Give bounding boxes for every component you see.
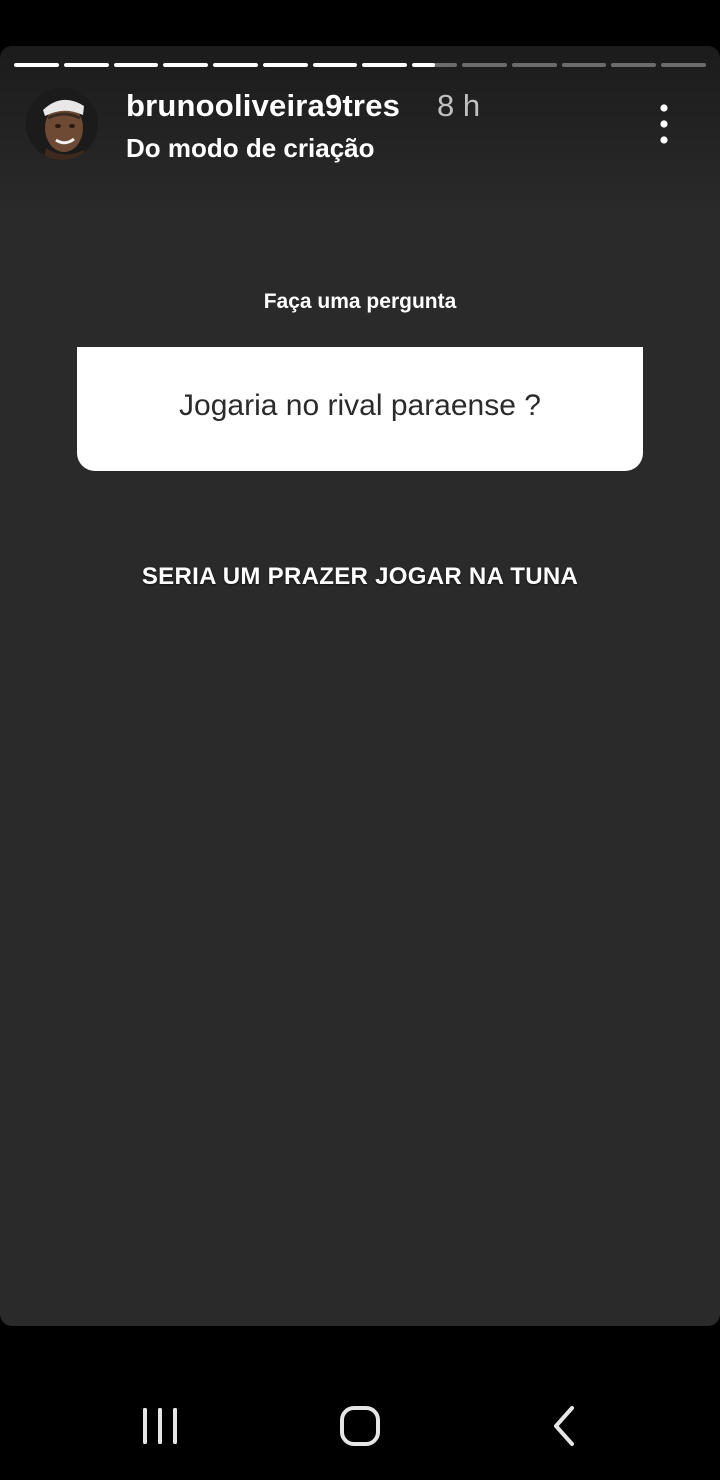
- back-button[interactable]: [534, 1400, 594, 1452]
- more-vertical-icon: [660, 104, 668, 144]
- answer-text: SERIA UM PRAZER JOGAR NA TUNA: [141, 563, 579, 590]
- profile-avatar[interactable]: [26, 88, 98, 160]
- story-username[interactable]: brunooliveira9tres: [126, 88, 400, 124]
- progress-segment: [14, 63, 59, 67]
- system-navigation-bar: [0, 1370, 720, 1480]
- progress-segment: [262, 63, 308, 67]
- back-icon: [554, 1406, 574, 1446]
- progress-segment: [63, 63, 109, 67]
- progress-segment: [412, 63, 458, 67]
- home-icon: [340, 1406, 380, 1446]
- progress-segment: [462, 63, 507, 67]
- progress-segment-fill: [14, 63, 59, 67]
- more-options-button[interactable]: [650, 102, 678, 146]
- home-button[interactable]: [330, 1400, 390, 1452]
- progress-segment: [213, 63, 258, 67]
- avatar-photo: [26, 88, 98, 160]
- story-source-label: Do modo de criação: [126, 133, 375, 163]
- recent-apps-button[interactable]: [130, 1400, 190, 1452]
- progress-segment: [511, 63, 557, 67]
- progress-segment-fill: [63, 63, 109, 67]
- progress-segment: [661, 63, 706, 67]
- story-header: brunooliveira9tres 8 h Do modo de criaçã…: [26, 88, 700, 164]
- story-timestamp: 8 h: [437, 88, 481, 123]
- progress-segment-fill: [362, 63, 408, 67]
- recent-apps-icon: [143, 1408, 177, 1444]
- progress-segment-fill: [312, 63, 358, 67]
- progress-segment: [113, 63, 159, 67]
- progress-segment-fill: [113, 63, 159, 67]
- question-sticker-label: Faça uma pergunta: [263, 290, 457, 313]
- progress-segment-fill: [262, 63, 308, 67]
- progress-segment: [163, 63, 209, 67]
- progress-segment: [312, 63, 358, 67]
- story-card[interactable]: brunooliveira9tres 8 h Do modo de criaçã…: [0, 46, 720, 1326]
- instagram-story-viewer: brunooliveira9tres 8 h Do modo de criaçã…: [0, 0, 720, 1480]
- question-sticker-text: Jogaria no rival paraense ?: [179, 389, 541, 422]
- progress-segment: [561, 63, 607, 67]
- story-progress-bar: [14, 63, 706, 67]
- progress-segment-fill: [163, 63, 209, 67]
- progress-segment-fill: [213, 63, 258, 67]
- progress-segment: [362, 63, 408, 67]
- question-sticker: Jogaria no rival paraense ?: [77, 347, 643, 471]
- progress-segment-fill: [412, 63, 435, 67]
- progress-segment: [611, 63, 657, 67]
